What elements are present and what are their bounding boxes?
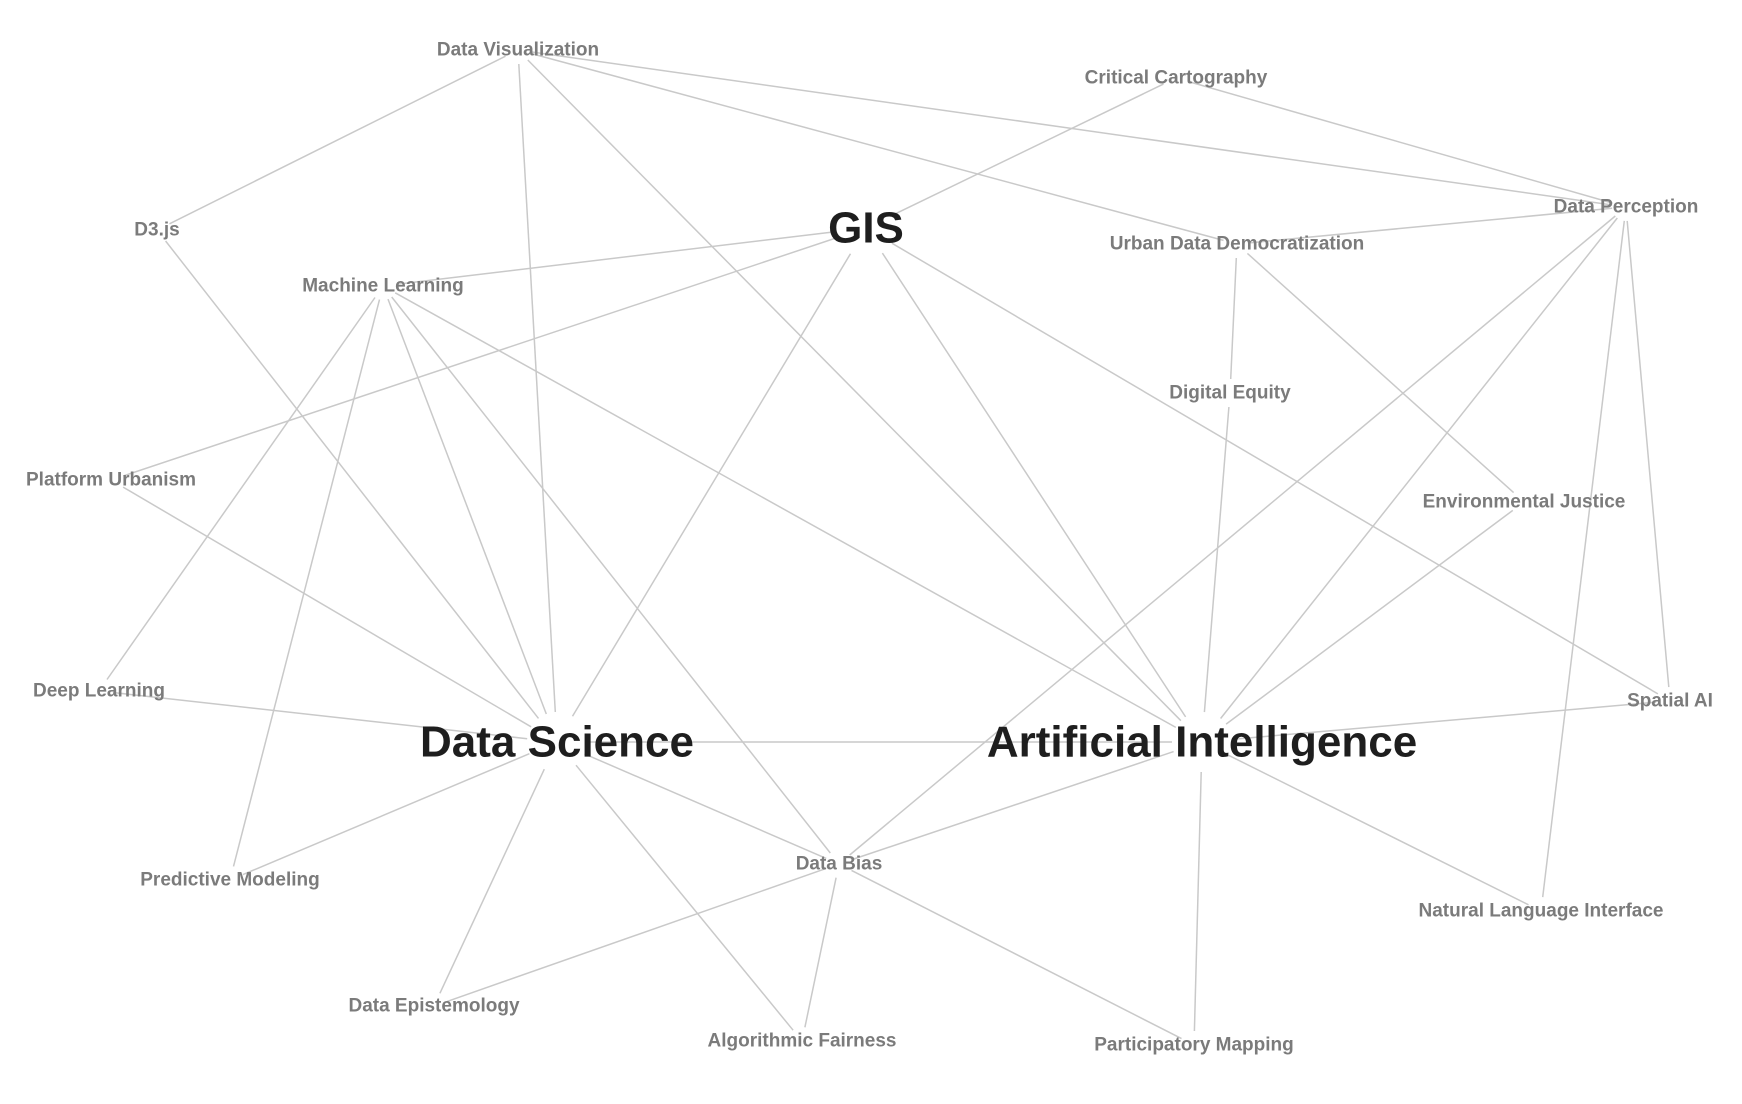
node-digital-equity: Digital Equity bbox=[1169, 383, 1291, 404]
edge-data-visualization-artificial-intelligence bbox=[527, 59, 1182, 722]
edge-urban-data-democratization-digital-equity bbox=[1229, 257, 1238, 380]
node-data-visualization: Data Visualization bbox=[437, 40, 599, 61]
edge-platform-urbanism-data-science bbox=[122, 486, 532, 728]
edge-d3js-data-science bbox=[165, 240, 540, 719]
edge-data-bias-participatory-mapping bbox=[851, 869, 1182, 1040]
edge-environmental-justice-artificial-intelligence bbox=[1225, 509, 1514, 725]
node-urban-data-democratization: Urban Data Democratization bbox=[1110, 234, 1364, 255]
node-natural-language-interface: Natural Language Interface bbox=[1419, 901, 1664, 922]
edge-layer bbox=[106, 51, 1670, 1040]
node-deep-learning: Deep Learning bbox=[33, 681, 165, 702]
node-artificial-intelligence: Artificial Intelligence bbox=[987, 718, 1417, 767]
edge-data-visualization-data-science bbox=[518, 63, 557, 713]
node-predictive-modeling: Predictive Modeling bbox=[140, 870, 319, 891]
edge-critical-cartography-data-perception bbox=[1189, 81, 1613, 204]
node-gis: GIS bbox=[828, 204, 904, 253]
edge-data-science-data-epistemology bbox=[439, 768, 545, 994]
node-critical-cartography: Critical Cartography bbox=[1085, 68, 1268, 89]
node-environmental-justice: Environmental Justice bbox=[1423, 492, 1626, 513]
edge-machine-learning-data-bias bbox=[391, 296, 831, 854]
node-platform-urbanism: Platform Urbanism bbox=[26, 470, 196, 491]
edge-data-visualization-d3js bbox=[169, 55, 506, 225]
node-spatial-ai: Spatial AI bbox=[1627, 691, 1713, 712]
edge-data-science-predictive-modeling bbox=[242, 753, 530, 876]
node-data-epistemology: Data Epistemology bbox=[348, 996, 519, 1017]
edge-artificial-intelligence-natural-language-interface bbox=[1228, 754, 1529, 906]
edge-data-perception-artificial-intelligence bbox=[1220, 217, 1618, 719]
concept-network-diagram: GIS Data Science Artificial Intelligence Da… bbox=[26, 40, 1713, 1056]
edge-urban-data-democratization-environmental-justice bbox=[1246, 252, 1515, 494]
edge-data-perception-spatial-ai bbox=[1626, 220, 1670, 688]
edge-machine-learning-artificial-intelligence bbox=[394, 292, 1177, 729]
node-participatory-mapping: Participatory Mapping bbox=[1094, 1035, 1294, 1056]
edge-gis-data-science bbox=[571, 253, 852, 717]
edge-data-bias-data-epistemology bbox=[446, 867, 827, 1003]
edge-artificial-intelligence-data-bias bbox=[852, 750, 1174, 861]
edge-data-perception-natural-language-interface bbox=[1541, 220, 1626, 898]
node-data-perception: Data Perception bbox=[1554, 197, 1699, 218]
edge-gis-artificial-intelligence bbox=[881, 252, 1187, 718]
edge-digital-equity-artificial-intelligence bbox=[1203, 406, 1230, 713]
node-machine-learning: Machine Learning bbox=[302, 276, 464, 297]
node-data-bias: Data Bias bbox=[796, 854, 883, 875]
edge-machine-learning-predictive-modeling bbox=[232, 299, 381, 867]
node-layer: GIS Data Science Artificial Intelligence Da… bbox=[26, 40, 1713, 1056]
node-data-science: Data Science bbox=[420, 718, 694, 767]
edge-critical-cartography-gis bbox=[892, 83, 1164, 216]
edge-data-science-data-bias bbox=[584, 753, 827, 860]
edge-gis-platform-urbanism bbox=[124, 236, 838, 477]
node-d3js: D3.js bbox=[134, 220, 179, 241]
edge-data-science-algorithmic-fairness bbox=[575, 764, 794, 1031]
edge-artificial-intelligence-participatory-mapping bbox=[1193, 771, 1202, 1032]
edge-data-bias-algorithmic-fairness bbox=[804, 877, 837, 1028]
node-algorithmic-fairness: Algorithmic Fairness bbox=[708, 1031, 897, 1052]
